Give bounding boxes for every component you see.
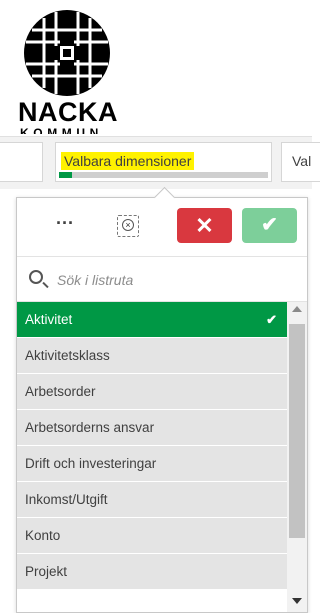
search-row [17, 257, 307, 302]
check-icon: ✔ [261, 214, 278, 236]
list-item[interactable]: Arbetsorderns ansvar [17, 410, 287, 446]
tab-next[interactable]: Val [281, 142, 320, 182]
dimension-list: Aktivitet ✔ Aktivitetsklass Arbetsorder … [17, 302, 287, 590]
dimension-tab-bar: Valbara dimensioner Val [0, 136, 320, 189]
scroll-thumb[interactable] [289, 324, 305, 538]
brand-sub: KOMMUN [20, 126, 103, 134]
list-item-label: Inkomst/Utgift [25, 492, 108, 507]
list-item-label: Konto [25, 528, 61, 543]
selection-progress-bar [59, 172, 268, 178]
list-item[interactable]: Konto [17, 518, 287, 554]
list-item-label: Projekt [25, 564, 68, 579]
list-item[interactable]: Arbetsorder [17, 374, 287, 410]
clear-selection-icon: × [122, 219, 134, 231]
scroll-up-icon[interactable] [292, 306, 302, 312]
clear-selection-button[interactable]: × [117, 215, 139, 237]
nacka-logo-icon [24, 10, 110, 96]
search-input[interactable] [55, 268, 259, 292]
list-item-label: Aktivitet [25, 312, 73, 327]
check-icon: ✔ [266, 312, 277, 327]
close-icon: ✕ [195, 213, 214, 238]
list-item[interactable]: Inkomst/Utgift [17, 482, 287, 518]
listbox-popover: ··· × ✕ ✔ Aktivitet ✔ Aktivitetsklass Ar… [16, 197, 308, 613]
list-item-label: Drift och investeringar [25, 456, 157, 471]
list-scrollbar[interactable] [287, 302, 307, 612]
list-item-aktivitet[interactable]: Aktivitet ✔ [17, 302, 287, 338]
brand-name: NACKA [18, 97, 118, 127]
list-item[interactable]: Aktivitetsklass [17, 338, 287, 374]
tab-label: Val [292, 153, 312, 169]
logo-area: NACKA KOMMUN [0, 0, 312, 134]
tab-label: Valbara dimensioner [61, 152, 195, 170]
cancel-selection-button[interactable]: ✕ [177, 208, 232, 243]
selection-toolbar: ··· × ✕ ✔ [17, 198, 307, 257]
list-item[interactable]: Drift och investeringar [17, 446, 287, 482]
list-item-label: Aktivitetsklass [25, 348, 110, 363]
list-item[interactable]: Projekt [17, 554, 287, 590]
more-options-button[interactable]: ··· [51, 212, 79, 240]
list-item-label: Arbetsorder [25, 384, 96, 399]
tab-valbara-dimensioner[interactable]: Valbara dimensioner [55, 142, 272, 182]
confirm-selection-button[interactable]: ✔ [242, 208, 297, 243]
scroll-down-icon[interactable] [292, 598, 302, 604]
tab-previous[interactable] [0, 142, 43, 182]
list-item-label: Arbetsorderns ansvar [25, 420, 155, 435]
search-icon [29, 270, 43, 284]
selection-progress-fill [59, 172, 72, 178]
